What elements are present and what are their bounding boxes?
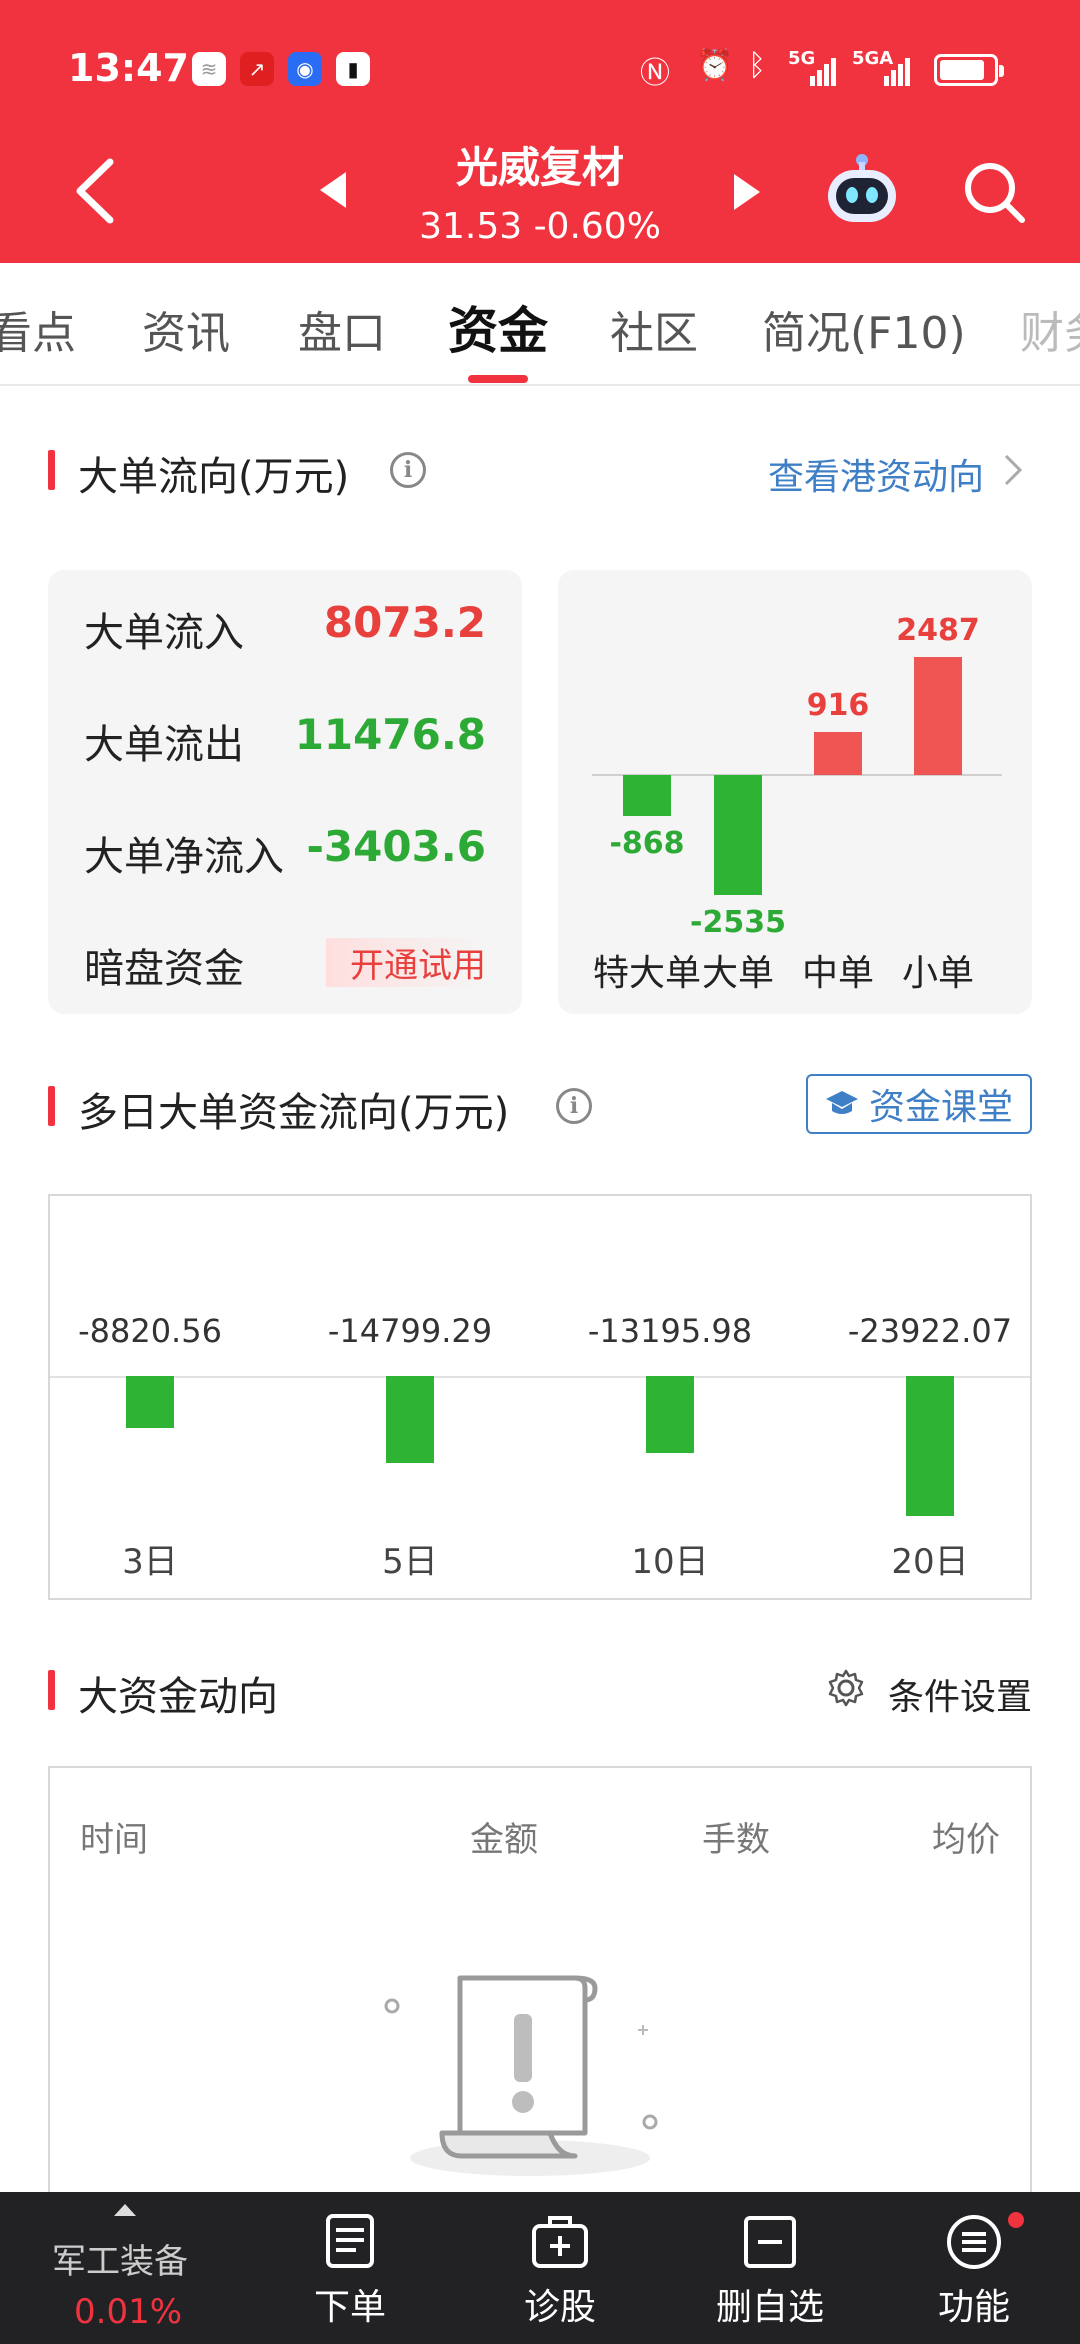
multi-day-bar [126, 1376, 174, 1428]
order-type-chart-panel: -868 -2535 916 2487 特大单 大单 中单 小单 [558, 570, 1032, 1014]
dark-pool-trial-button[interactable]: 开通试用 [326, 938, 486, 987]
multi-day-category-label: 10日 [631, 1542, 709, 1582]
stock-price-change: 31.53 -0.60% [419, 206, 661, 247]
search-icon[interactable] [962, 160, 1028, 230]
multi-day-bar [646, 1376, 694, 1454]
zero-axis-line [50, 1376, 1030, 1378]
order-type-value-label: 916 [806, 687, 870, 723]
next-stock-icon[interactable] [732, 172, 762, 216]
column-amount: 金额 [470, 1820, 538, 1860]
view-hk-capital-link[interactable]: 查看港资动向 [768, 448, 984, 500]
chevron-right-icon[interactable] [1002, 452, 1024, 492]
menu-icon [947, 2215, 1001, 2269]
capital-class-button[interactable]: 资金课堂 [806, 1074, 1032, 1134]
multi-day-chart: -8820.56 3日 -14799.29 5日 -13195.98 10日 -23922.… [48, 1194, 1032, 1600]
section-marker [48, 450, 55, 490]
big-outflow-label: 大单流出 [84, 722, 244, 768]
big-outflow-value: 11476.8 [294, 710, 486, 759]
multi-day-category-label: 5日 [382, 1542, 438, 1582]
column-avg-price: 均价 [932, 1820, 1000, 1860]
info-icon[interactable]: i [390, 452, 426, 488]
signal-icon [810, 56, 838, 90]
tab-capital[interactable]: 资金 [448, 291, 548, 363]
multi-day-category-label: 3日 [122, 1542, 178, 1582]
expand-up-icon[interactable] [112, 2202, 138, 2222]
section-marker [48, 1670, 55, 1710]
sector-name[interactable]: 军工装备 [52, 2234, 188, 2283]
active-tab-indicator [468, 375, 528, 383]
order-type-bar [814, 731, 862, 775]
order-type-bar [914, 657, 962, 775]
bottom-navigation: 军工装备 0.01% 下单 诊股 删自选 功能 [0, 2192, 1080, 2344]
stock-name: 光威复材 [455, 143, 624, 192]
tab-bar: 看点 资讯 盘口 资金 社区 简况(F10) 财务 [0, 263, 1080, 386]
app-notification-icon-2: ▮ [336, 52, 370, 86]
diagnose-icon [532, 2216, 588, 2268]
big-order-summary-panel: 大单流入 8073.2 大单流出 11476.8 大单净流入 -3403.6 暗… [48, 570, 522, 1014]
big-inflow-label: 大单流入 [84, 610, 244, 656]
category-large: 大单 [701, 953, 774, 994]
nav-remove-watchlist[interactable]: 删自选 [700, 2192, 840, 2344]
big-order-flow-title: 大单流向(万元) [78, 454, 350, 500]
big-net-inflow-value: -3403.6 [306, 822, 486, 871]
column-volume: 手数 [702, 1820, 770, 1860]
tab-financials[interactable]: 财务 [1020, 297, 1080, 361]
nav-diagnose-label: 诊股 [523, 2287, 596, 2328]
info-icon[interactable]: i [556, 1088, 592, 1124]
alarm-icon: ⏰ [696, 48, 734, 83]
multi-day-value-label: -23922.07 [847, 1312, 1013, 1350]
graduation-cap-icon [825, 1091, 858, 1114]
nav-functions-label: 功能 [937, 2287, 1010, 2328]
category-small: 小单 [901, 953, 974, 994]
battery-icon [934, 54, 1004, 86]
gear-icon[interactable] [826, 1668, 866, 1712]
nav-order[interactable]: 下单 [290, 2192, 410, 2344]
signal-icon-2 [884, 56, 912, 90]
column-time: 时间 [80, 1820, 148, 1860]
condition-settings-button[interactable]: 条件设置 [888, 1668, 1032, 1720]
multi-day-value-label: -13195.98 [587, 1312, 753, 1350]
security-app-notification-icon: ◉ [288, 52, 322, 86]
order-type-value-label: 2487 [896, 613, 980, 649]
order-type-bar [714, 775, 762, 895]
empty-state-icon [380, 1958, 680, 2202]
sector-change: 0.01% [74, 2292, 183, 2332]
tab-f10-profile[interactable]: 简况(F10) [762, 297, 966, 361]
remove-watchlist-icon [744, 2216, 796, 2268]
large-capital-title: 大资金动向 [78, 1674, 278, 1720]
section-marker [48, 1086, 55, 1126]
large-capital-table: 时间 金额 手数 均价 [48, 1766, 1032, 2206]
big-inflow-value: 8073.2 [323, 598, 486, 647]
app-notification-icon: ≋ [192, 52, 226, 86]
category-super-large: 特大单 [592, 953, 701, 994]
tab-highlights[interactable]: 看点 [0, 297, 76, 361]
multi-day-category-label: 20日 [891, 1542, 969, 1582]
tab-news[interactable]: 资讯 [142, 297, 230, 361]
order-type-bar [623, 775, 671, 817]
order-type-value-label: -868 [609, 826, 685, 862]
tab-community[interactable]: 社区 [610, 297, 698, 361]
status-time: 13:47 [68, 46, 189, 90]
category-medium: 中单 [801, 953, 874, 994]
nav-remove-watchlist-label: 删自选 [715, 2287, 824, 2328]
nav-diagnose[interactable]: 诊股 [500, 2192, 620, 2344]
multi-day-value-label: -8820.56 [78, 1312, 222, 1350]
tab-orderbook[interactable]: 盘口 [298, 297, 386, 361]
bluetooth-icon: ᛒ [748, 48, 766, 83]
multi-day-flow-title: 多日大单资金流向(万元) [78, 1090, 510, 1136]
dark-pool-label: 暗盘资金 [84, 946, 244, 992]
multi-day-value-label: -14799.29 [327, 1312, 493, 1350]
multi-day-bar [386, 1376, 434, 1463]
order-type-value-label: -2535 [690, 905, 786, 940]
multi-day-bar [906, 1376, 954, 1516]
order-icon [326, 2214, 374, 2268]
big-net-inflow-label: 大单净流入 [84, 834, 284, 880]
app-header: 13:47 ≋ ↗ ◉ ▮ Ⓝ ⏰ ᛒ 5G 5GA 光威复材 31.53 -0… [0, 0, 1080, 263]
notification-dot [1008, 2212, 1024, 2228]
stock-app-notification-icon: ↗ [240, 52, 274, 86]
nfc-icon: Ⓝ [640, 56, 670, 91]
nav-order-label: 下单 [313, 2287, 386, 2328]
capital-class-label: 资金课堂 [868, 1087, 1013, 1128]
robot-assistant-icon[interactable] [822, 150, 902, 234]
